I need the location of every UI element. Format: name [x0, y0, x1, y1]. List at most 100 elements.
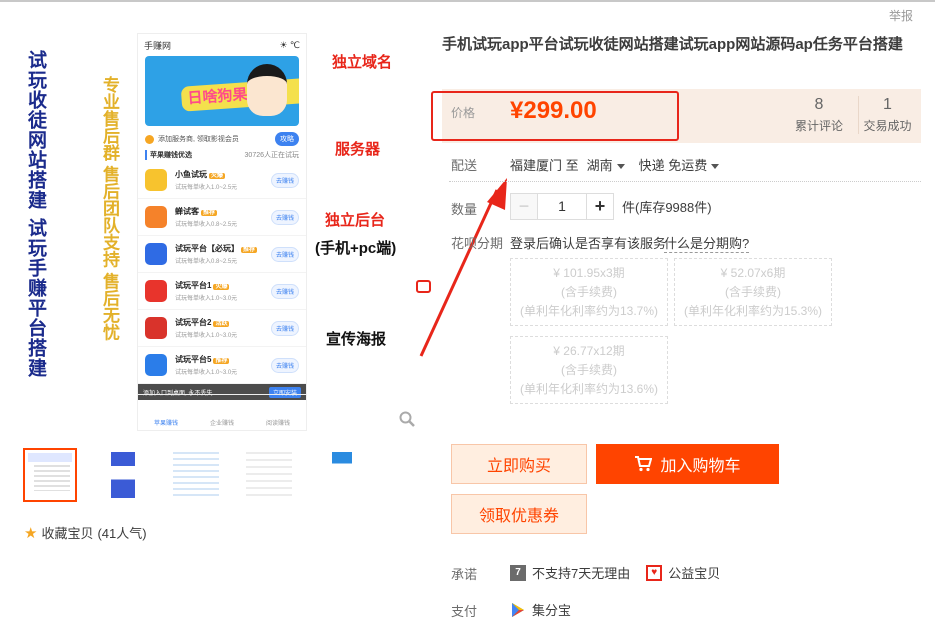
app-icon [145, 243, 167, 265]
image-note-domain: 独立域名 [332, 54, 393, 71]
charity-heart-icon: ♥ [646, 564, 663, 581]
divider [449, 181, 921, 182]
quantity-decrease-button[interactable]: − [510, 193, 538, 220]
promise-item-1[interactable]: 不支持7天无理由 [532, 563, 630, 582]
promise-row: 7 不支持7天无理由 ♥ 公益宝贝 [510, 563, 720, 582]
promise-label: 承诺 [451, 567, 478, 582]
reviews-label: 累计评论 [794, 119, 843, 133]
favorite-label: 收藏宝贝 [41, 526, 94, 541]
image-vertical-text-1: 试玩收徒网站搭建 [25, 50, 46, 210]
installment-option-12[interactable]: ¥ 26.77x12期 (含手续费) (单利年化利率约为13.6%) [510, 336, 668, 404]
installment-option-3[interactable]: ¥ 101.95x3期 (含手续费) (单利年化利率约为13.7%) [510, 258, 668, 326]
thumbnail[interactable] [96, 448, 150, 502]
girl-illustration-icon [247, 64, 287, 116]
trades-label: 交易成功 [863, 119, 912, 133]
installment-option-6[interactable]: ¥ 52.07x6期 (含手续费) (单利年化利率约为15.3%) [674, 258, 832, 326]
app-earn-button: 去赚钱 [270, 209, 299, 225]
app-earn-button: 去赚钱 [270, 357, 299, 373]
red-square-annotation [416, 280, 431, 293]
coupon-button[interactable]: 领取优惠券 [451, 494, 587, 534]
buy-now-button[interactable]: 立即购买 [451, 444, 587, 484]
stock-text: 件(库存9988件) [622, 200, 712, 215]
star-icon: ★ [24, 524, 38, 542]
quantity-increase-button[interactable]: + [586, 193, 614, 220]
app-name: 蝉试客 推荐 [175, 206, 271, 217]
app-name: 小鱼试玩 火爆 [175, 169, 271, 180]
app-icon [145, 354, 167, 376]
zoom-icon[interactable] [399, 411, 415, 427]
app-name-text: 试玩平台2 [175, 318, 212, 327]
shipping-destination-select[interactable]: 湖南 [587, 155, 625, 174]
quantity-stepper: − 1 + 件(库存9988件) [510, 193, 712, 220]
app-name-text: 试玩平台5 [175, 355, 212, 364]
favorite-count: (41人气) [97, 526, 147, 541]
thumbnail[interactable] [242, 448, 296, 502]
top-border [0, 0, 935, 2]
app-tag: 推荐 [241, 247, 258, 253]
app-desc: 试玩每单收入0.8~2.5元 [175, 259, 238, 265]
phone-weather: ℃ [289, 39, 300, 50]
phone-notice: 添加服务商, 领取影视会员 攻略 [145, 130, 299, 148]
installment-rate: (单利年化利率约为13.7%) [519, 304, 659, 318]
app-name-text: 试玩平台1 [175, 281, 212, 290]
jifenbao-icon [512, 602, 524, 617]
app-name: 试玩平台【必玩】 推荐 [175, 243, 271, 254]
thumbnail[interactable] [23, 448, 77, 502]
product-title: 手机试玩app平台试玩收徒网站搭建试玩app网站源码ap任务平台搭建 [442, 36, 903, 53]
shipping-destination: 湖南 [586, 158, 613, 173]
app-desc: 试玩每单收入1.0~2.5元 [175, 185, 238, 191]
app-earn-button: 去赚钱 [270, 320, 299, 336]
installment-help-link[interactable]: 什么是分期购? [664, 233, 749, 253]
app-name: 试玩平台2 活跃 [175, 317, 271, 328]
image-note-admin-sub: (手机+pc端) [315, 240, 397, 257]
app-name: 试玩平台5 推荐 [175, 354, 271, 365]
notice-icon [145, 134, 154, 144]
installment-label: 花呗分期 [451, 236, 504, 251]
phone-mockup: 手赚网 ☀ ℃ 日啥狗果 添加服务商, 领取影视会员 攻略 苹果赚钱优选 307… [137, 33, 307, 431]
app-desc: 试玩每单收入1.0~3.0元 [175, 333, 238, 339]
cart-icon [635, 456, 653, 472]
promise-item-2[interactable]: 公益宝贝 [668, 563, 720, 582]
app-tag: 推荐 [213, 358, 230, 364]
payment-item-1[interactable]: 集分宝 [532, 600, 571, 619]
phone-app-row: 试玩平台5 推荐 试玩每单收入1.0~3.0元 去赚钱 [138, 347, 306, 384]
add-to-cart-label: 加入购物车 [660, 458, 741, 475]
favorite-link[interactable]: ★ 收藏宝贝 (41人气) [24, 523, 147, 542]
phone-banner: 日啥狗果 [145, 56, 299, 126]
shipping-method-select[interactable]: 快递 免运费 [639, 155, 720, 174]
add-to-cart-button[interactable]: 加入购物车 [596, 444, 779, 484]
phone-section-count: 30726人正在试玩 [244, 152, 299, 159]
app-tag: 活跃 [213, 321, 230, 327]
image-note-admin: 独立后台 [325, 212, 386, 229]
trades-stat: 1 交易成功 [858, 96, 916, 134]
app-tag: 推荐 [201, 210, 218, 216]
app-info: 试玩平台1 火爆 试玩每单收入1.0~3.0元 [175, 280, 271, 302]
phone-app-row: 蝉试客 推荐 试玩每单收入0.8~2.5元 去赚钱 [138, 199, 306, 236]
installment-note: 登录后确认是否享有该服务 [510, 236, 667, 251]
phone-app-row: 试玩平台2 活跃试玩每单收入1.0~3.0元 去赚钱 [138, 310, 306, 347]
image-vertical-text-3: 专业售后群 售后团队支持 售后无忧 [100, 76, 119, 341]
quantity-input[interactable]: 1 [538, 193, 586, 220]
image-note-poster: 宣传海报 [326, 331, 387, 348]
thumbnail[interactable] [315, 448, 369, 502]
phone-app-row: 试玩平台【必玩】 推荐 试玩每单收入0.8~2.5元 去赚钱 [138, 236, 306, 273]
app-tag: 火爆 [209, 173, 226, 179]
chevron-down-icon [711, 164, 720, 170]
app-info: 试玩平台【必玩】 推荐 试玩每单收入0.8~2.5元 [175, 243, 271, 265]
installment-fee: (含手续费) [561, 363, 617, 377]
app-info: 蝉试客 推荐 试玩每单收入0.8~2.5元 [175, 206, 271, 228]
phone-section-title: 苹果赚钱优选 [150, 152, 192, 159]
app-tag: 火爆 [213, 284, 230, 290]
app-name-text: 小鱼试玩 [175, 170, 207, 179]
thumbnail[interactable] [169, 448, 223, 502]
reviews-count: 8 [814, 96, 824, 113]
phone-app-row: 小鱼试玩 火爆 试玩每单收入1.0~2.5元 去赚钱 [138, 162, 306, 199]
chevron-down-icon [616, 164, 625, 170]
report-link[interactable]: 举报 [889, 7, 913, 24]
app-icon [145, 280, 167, 302]
app-icon [145, 317, 167, 339]
app-name-text: 试玩平台【必玩】 [175, 244, 239, 253]
phone-tab: 企业赚钱 [209, 421, 234, 427]
phone-app-name: 手赚网 [144, 40, 172, 51]
reviews-stat[interactable]: 8 累计评论 [788, 96, 850, 134]
